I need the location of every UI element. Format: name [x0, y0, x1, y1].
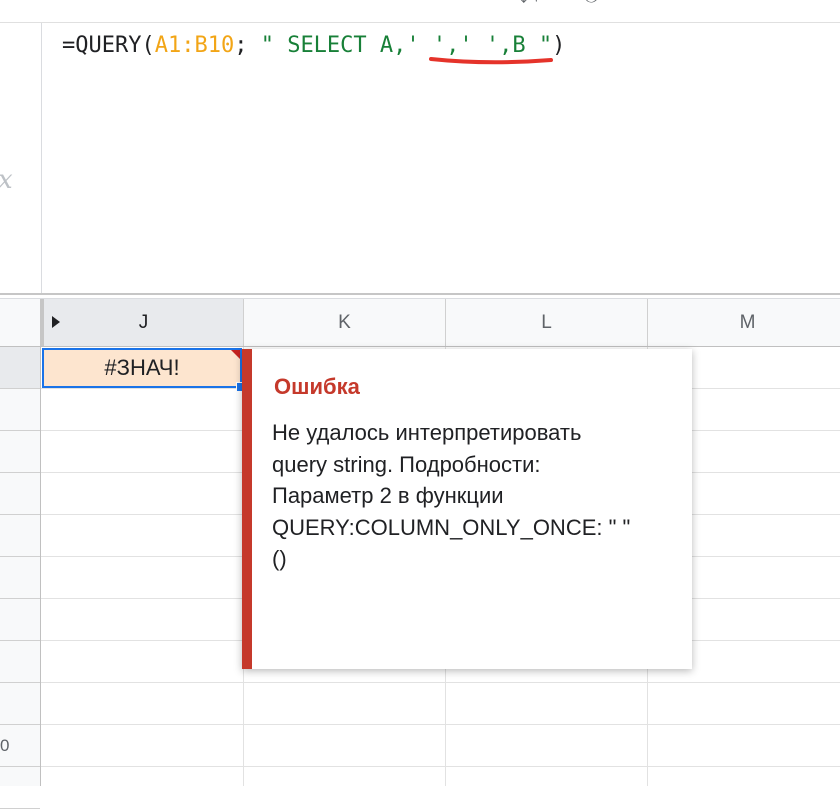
error-message-line: Не удалось интерпретировать — [272, 420, 582, 445]
row-header[interactable]: 0 — [0, 725, 40, 767]
error-tooltip: Ошибка Не удалось интерпретировать query… — [242, 349, 692, 669]
error-message-line: query string. Подробности: — [272, 451, 541, 477]
error-message-line: () — [272, 546, 287, 571]
error-message: Не удалось интерпретировать query string… — [272, 417, 682, 575]
row-header[interactable] — [0, 515, 40, 557]
formula-range: A1:B10 — [154, 33, 235, 58]
select-all-corner[interactable] — [0, 299, 44, 346]
fx-icon: x — [0, 165, 13, 195]
row-header[interactable] — [0, 767, 40, 809]
undo-icon[interactable]: ⤺ — [520, 0, 537, 7]
row-header[interactable] — [0, 473, 40, 515]
column-label: K — [338, 312, 351, 333]
toolbar-strip: ⤺ ⤻ — [0, 0, 840, 23]
red-underline-annotation — [429, 57, 553, 65]
formula-part: ) — [552, 33, 566, 58]
error-message-line: Параметр 2 в функции — [272, 483, 504, 508]
formula-part: =QUERY( — [62, 33, 155, 58]
column-label: J — [138, 312, 149, 333]
row-header[interactable] — [0, 347, 40, 389]
formula-part: ; — [234, 33, 261, 58]
column-label: L — [541, 312, 552, 333]
row-header[interactable] — [0, 557, 40, 599]
error-title: Ошибка — [274, 374, 360, 399]
grid-line — [41, 682, 840, 683]
row-header[interactable] — [0, 599, 40, 641]
column-header-k[interactable]: K — [244, 299, 446, 346]
formula-bar-divider — [0, 293, 840, 295]
grid-line — [41, 724, 840, 725]
formula-bar-label: x — [0, 23, 42, 293]
row-header[interactable] — [0, 641, 40, 683]
column-label: M — [739, 312, 756, 333]
row-header-column: 0 — [0, 347, 41, 809]
cell-value: #ЗНАЧ! — [104, 355, 180, 380]
error-message-line: QUERY:COLUMN_ONLY_ONCE: " " — [272, 514, 631, 540]
column-header-l[interactable]: L — [446, 299, 648, 346]
redo-icon[interactable]: ⤻ — [584, 0, 601, 7]
row-header[interactable] — [0, 431, 40, 473]
grid-line — [41, 766, 840, 767]
column-header-m[interactable]: M — [648, 299, 840, 346]
column-arrow-icon[interactable] — [52, 316, 60, 328]
error-indicator-icon[interactable] — [231, 350, 240, 359]
column-header-row: J K L M — [0, 299, 840, 347]
row-header[interactable] — [0, 683, 40, 725]
row-label: 0 — [0, 736, 10, 755]
column-header-j[interactable]: J — [44, 299, 244, 346]
active-cell-j1[interactable]: #ЗНАЧ! — [42, 348, 242, 388]
row-header[interactable] — [0, 389, 40, 431]
